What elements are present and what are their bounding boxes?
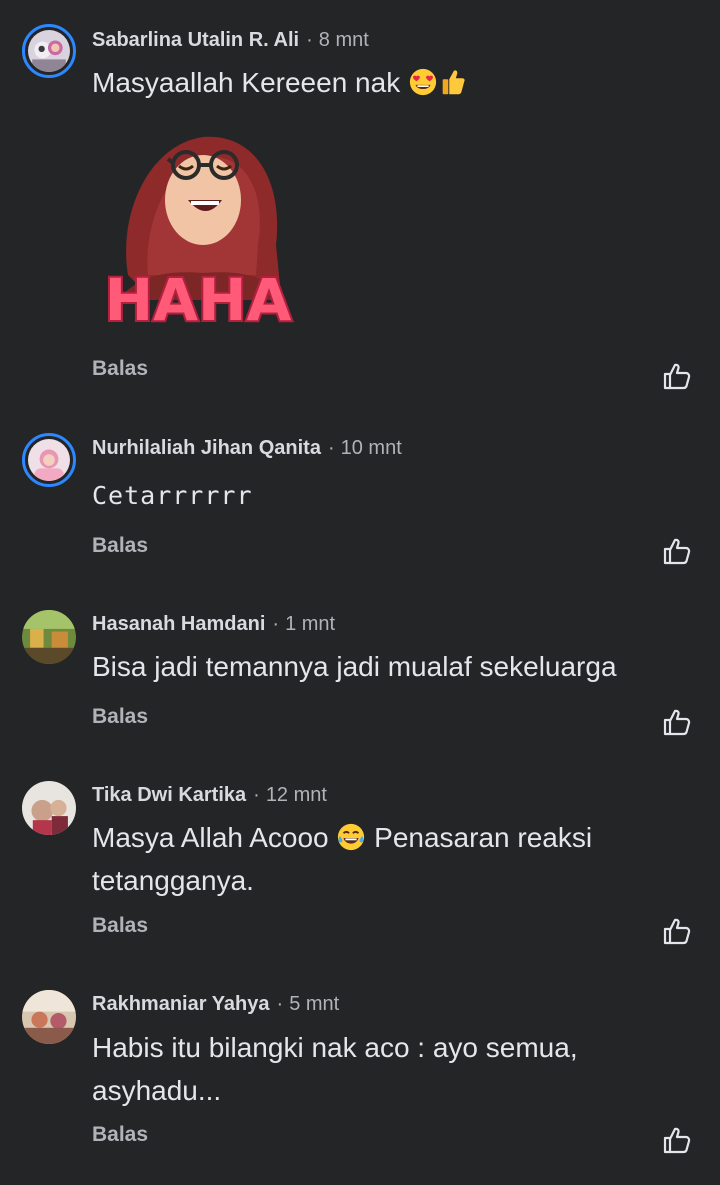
avatar[interactable] (22, 781, 76, 835)
hijab-girl-laughing-sticker[interactable]: HAHA (88, 125, 308, 340)
heart-eyes-emoji (408, 67, 438, 97)
comment-meta: Sabarlina Utalin R. Ali · 8 mnt (92, 28, 369, 52)
author-name[interactable]: Sabarlina Utalin R. Ali (92, 29, 299, 51)
like-icon[interactable] (662, 1125, 692, 1155)
like-icon[interactable] (662, 361, 692, 391)
comment-text: Masya Allah Acooo Penasaran reaksi tetan… (92, 816, 682, 902)
comment-time: 10 mnt (340, 437, 402, 459)
reply-button[interactable]: Balas (92, 914, 148, 938)
comment-time: 5 mnt (289, 993, 340, 1015)
thumbs-up-emoji (438, 67, 468, 97)
avatar[interactable] (22, 990, 76, 1044)
sticker-caption: HAHA (105, 266, 292, 334)
comment-meta: Nurhilaliah Jihan Qanita · 10 mnt (92, 436, 402, 460)
avatar[interactable] (28, 439, 70, 481)
avatar-wrapper[interactable] (22, 610, 76, 664)
like-icon[interactable] (662, 536, 692, 566)
avatar-story-ring[interactable] (22, 433, 76, 487)
comment-meta: Hasanah Hamdani · 1 mnt (92, 612, 335, 636)
comment-text: Bisa jadi temannya jadi mualaf sekeluarg… (92, 651, 617, 682)
meta-separator: · (327, 437, 335, 459)
meta-separator: · (272, 613, 280, 635)
author-name[interactable]: Tika Dwi Kartika (92, 784, 246, 806)
tears-of-joy-emoji (336, 822, 366, 852)
comment-meta: Tika Dwi Kartika · 12 mnt (92, 783, 327, 807)
author-name[interactable]: Rakhmaniar Yahya (92, 993, 270, 1015)
avatar-story-ring[interactable] (22, 24, 76, 78)
comment-text: Habis itu bilangki nak aco : ayo semua, … (92, 1032, 578, 1106)
meta-separator: · (276, 993, 284, 1015)
like-icon[interactable] (662, 916, 692, 946)
comment-time: 8 mnt (318, 29, 369, 51)
comment-text-content: Masyaallah Kereeen nak (92, 67, 401, 98)
comment-text-part: Masya Allah Acooo (92, 822, 329, 853)
meta-separator: · (253, 784, 260, 806)
author-name[interactable]: Hasanah Hamdani (92, 613, 265, 635)
like-icon[interactable] (662, 707, 692, 737)
avatar[interactable] (28, 30, 70, 72)
reply-button[interactable]: Balas (92, 705, 148, 729)
comment-time: 12 mnt (265, 784, 327, 806)
avatar[interactable] (22, 610, 76, 664)
avatar-wrapper[interactable] (22, 990, 76, 1044)
comment-meta: Rakhmaniar Yahya · 5 mnt (92, 992, 339, 1016)
reply-button[interactable]: Balas (92, 1123, 148, 1147)
author-name[interactable]: Nurhilaliah Jihan Qanita (92, 437, 321, 459)
reply-button[interactable]: Balas (92, 534, 148, 558)
comment-time: 1 mnt (285, 613, 336, 635)
avatar-wrapper[interactable] (22, 781, 76, 835)
reply-button[interactable]: Balas (92, 357, 148, 381)
comment-text: Cetarrrrrr (92, 481, 253, 510)
meta-separator: · (306, 29, 313, 51)
comment-text: Masyaallah Kereeen nak (92, 61, 682, 104)
